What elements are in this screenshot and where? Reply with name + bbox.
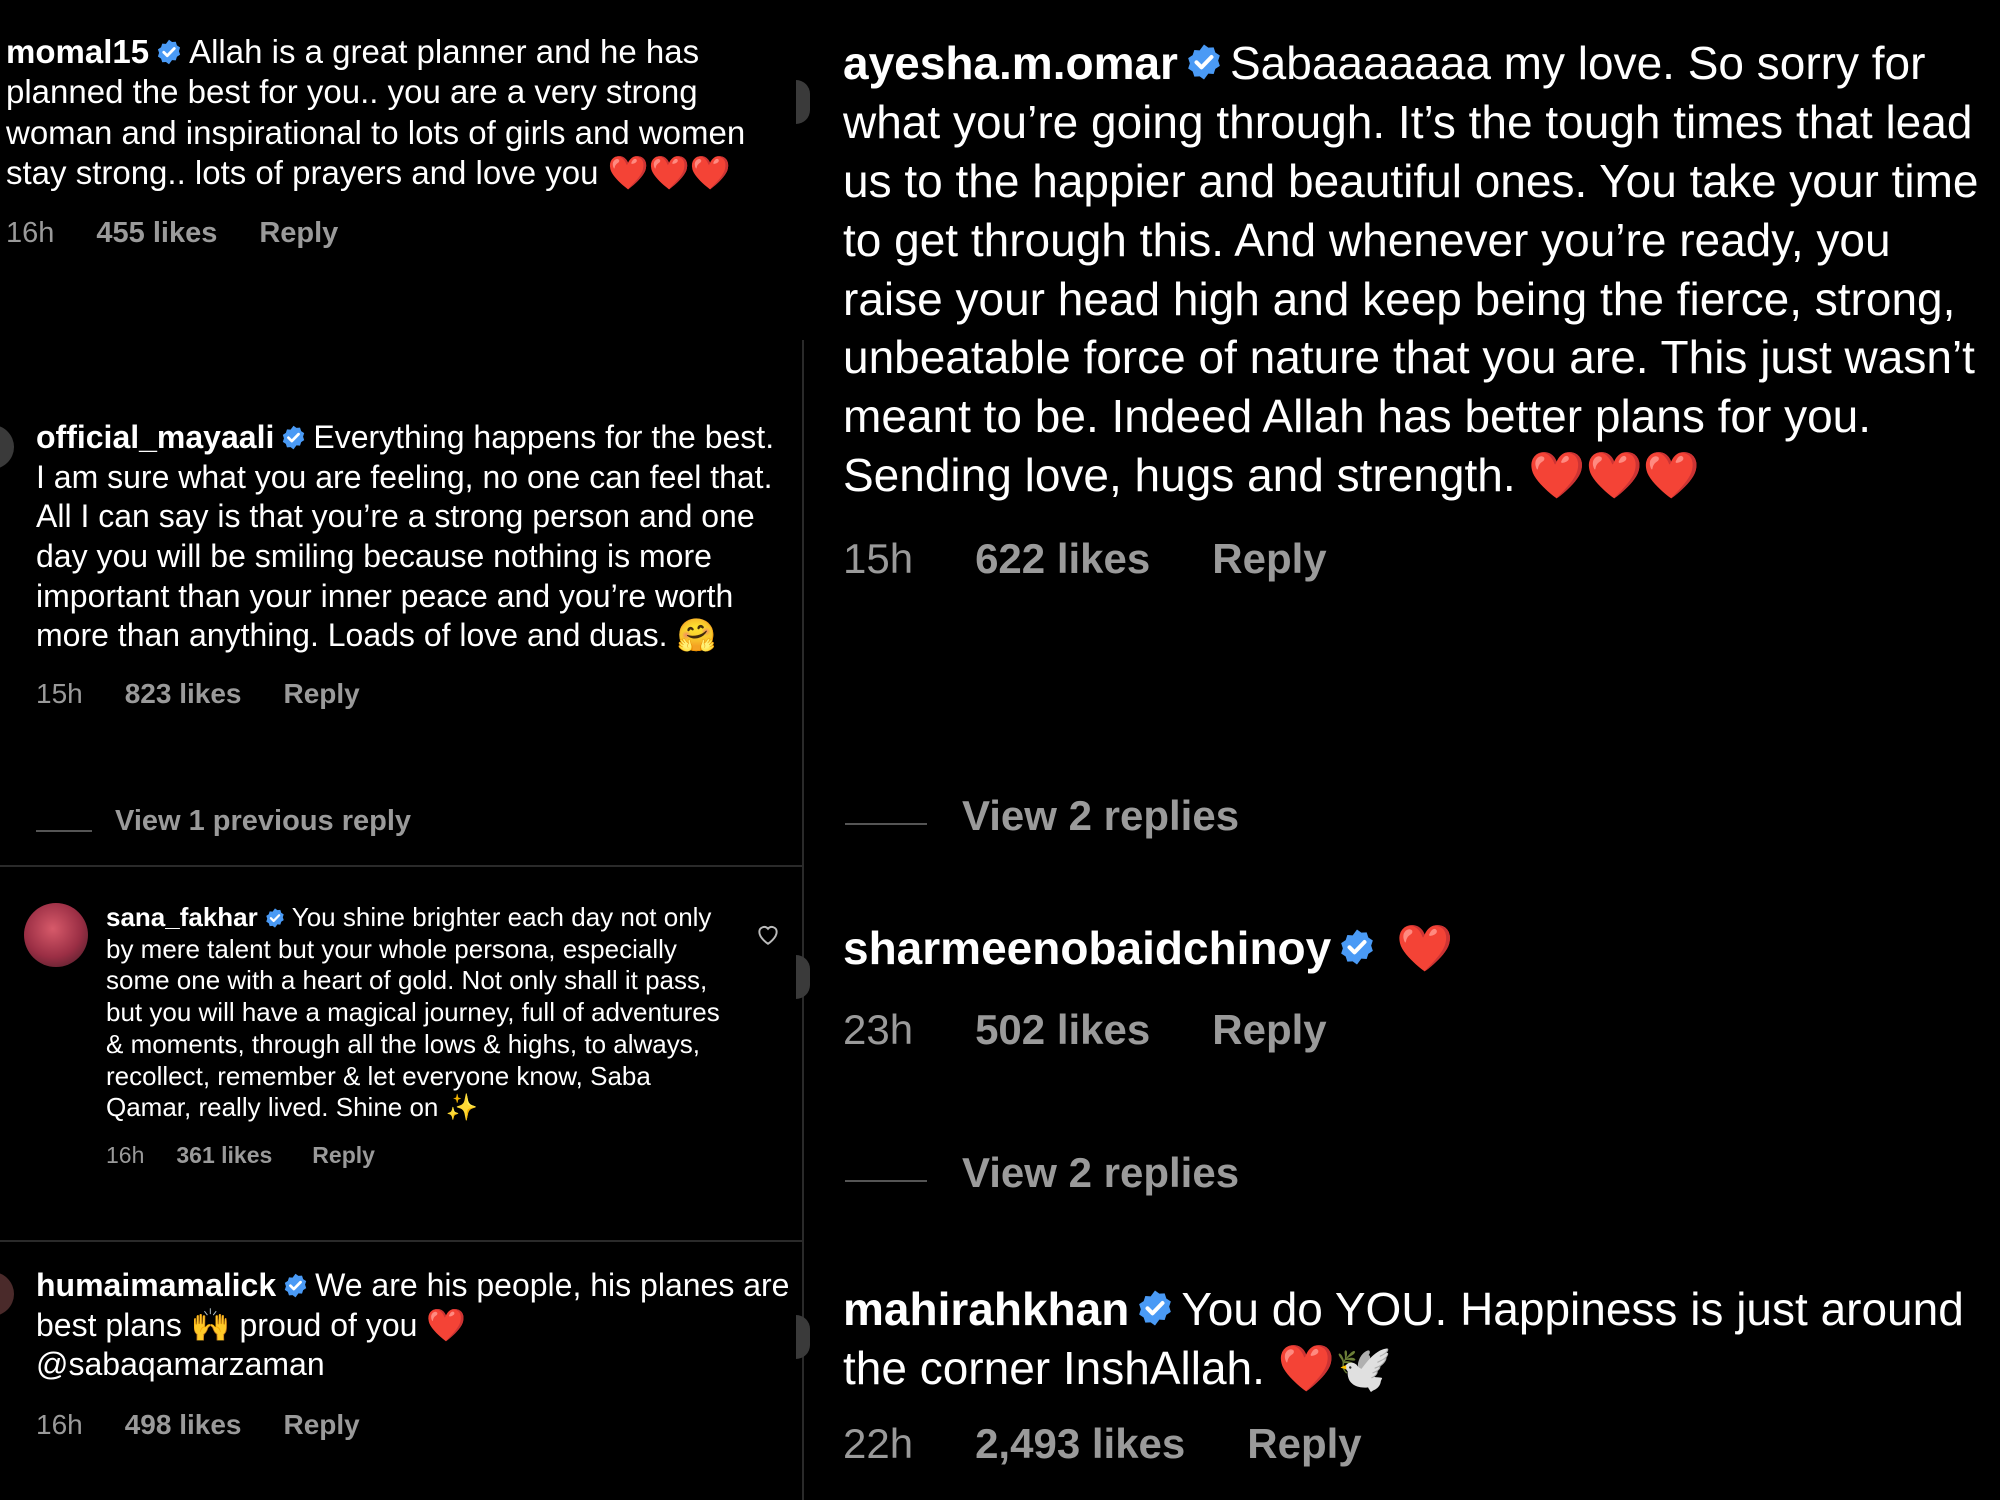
comment-username[interactable]: momal15 [6, 33, 149, 70]
comment-text: Sabaaaaaaa my love. So sorry for what yo… [843, 37, 1979, 502]
heart-outline-icon[interactable] [755, 922, 781, 951]
comment-time: 15h [843, 535, 914, 582]
comment-meta: 15h 823 likes Reply [36, 678, 786, 710]
hugging-emoji: 🤗 [676, 617, 717, 654]
reply-button[interactable]: Reply [1247, 1420, 1361, 1468]
comment-username[interactable]: official_mayaali [36, 419, 274, 455]
comment-username[interactable]: sana_fakhar [106, 902, 258, 932]
like-count[interactable]: 823 likes [125, 678, 242, 710]
avatar[interactable] [0, 425, 14, 469]
comment-username[interactable]: mahirahkhan [843, 1283, 1129, 1335]
comment-ayesha-m-omar: ayesha.m.omar Sabaaaaaaa my love. So sorr… [843, 34, 1993, 583]
mention-link[interactable]: @sabaqamarzaman [36, 1346, 325, 1382]
avatar[interactable] [0, 1272, 14, 1316]
comment-meta: 16h 361 likes Reply [106, 1142, 726, 1169]
comment-time: 23h [843, 1006, 914, 1054]
verified-badge-icon [264, 907, 286, 929]
view-replies-line [845, 815, 927, 833]
comment-momal15: momal15 Allah is a great planner and he h… [6, 32, 796, 250]
comment-username[interactable]: humaimamalick [36, 1267, 276, 1303]
avatar[interactable] [24, 903, 88, 967]
comment-official-mayaali: official_mayaali Everything happens for t… [36, 418, 786, 710]
panel-divider-1 [0, 865, 802, 867]
reply-button[interactable]: Reply [259, 217, 338, 250]
verified-badge-icon [155, 38, 183, 66]
avatar[interactable] [796, 80, 810, 124]
raised-hands-emoji: 🙌 [190, 1306, 231, 1343]
reply-button[interactable]: Reply [312, 1142, 375, 1169]
heart-emoji: ❤️❤️❤️ [1528, 449, 1701, 502]
sparkles-emoji: ✨ [445, 1092, 478, 1123]
verified-badge-icon [1135, 1288, 1175, 1328]
reply-button[interactable]: Reply [284, 678, 360, 710]
comment-time: 16h [106, 1142, 145, 1169]
comment-time: 16h [36, 1409, 83, 1441]
comment-time: 16h [6, 217, 55, 249]
view-replies-line [36, 822, 92, 840]
heart-dove-emoji: ❤️🕊️ [1277, 1341, 1393, 1394]
view-replies-line [845, 1172, 927, 1190]
comment-humaimamalick: humaimamalick We are his people, his plan… [36, 1266, 796, 1441]
avatar[interactable] [796, 1315, 810, 1359]
comment-username[interactable]: ayesha.m.omar [843, 37, 1178, 89]
like-count[interactable]: 502 likes [975, 1006, 1150, 1054]
comment-meta: 15h 622 likes Reply [843, 535, 1993, 583]
like-count[interactable]: 498 likes [125, 1409, 242, 1441]
comment-meta: 16h 455 likes Reply [6, 217, 796, 250]
reply-button[interactable]: Reply [1212, 535, 1326, 583]
comment-mahirahkhan: mahirahkhan You do YOU. Happiness is just… [843, 1280, 1993, 1468]
comment-time: 15h [36, 678, 83, 710]
verified-badge-icon [1337, 927, 1377, 967]
comment-meta: 23h 502 likes Reply [843, 1006, 1993, 1054]
comment-sharmeenobaidchinoy: sharmeenobaidchinoy ❤️ 23h 502 likes Rep… [843, 920, 1993, 1054]
reply-button[interactable]: Reply [1212, 1006, 1326, 1054]
like-count[interactable]: 361 likes [176, 1142, 272, 1169]
comment-username[interactable]: sharmeenobaidchinoy [843, 922, 1331, 974]
comment-meta: 16h 498 likes Reply [36, 1409, 796, 1441]
verified-badge-icon [280, 424, 307, 451]
heart-emoji: ❤️ [426, 1306, 467, 1343]
like-count[interactable]: 622 likes [975, 535, 1150, 583]
view-replies-button[interactable]: View 2 replies [962, 792, 1239, 840]
view-replies-button[interactable]: View 2 replies [962, 1149, 1239, 1197]
comment-text-continued: proud of you [239, 1306, 418, 1343]
comment-meta: 22h 2,493 likes Reply [843, 1420, 1993, 1468]
heart-emoji: ❤️ [1396, 922, 1454, 974]
like-count[interactable]: 455 likes [96, 217, 217, 250]
comment-text: You shine brighter each day not only by … [106, 902, 720, 1123]
comment-time: 22h [843, 1419, 914, 1467]
like-count[interactable]: 2,493 likes [975, 1420, 1185, 1468]
comment-sana-fakhar: sana_fakhar You shine brighter each day n… [106, 902, 726, 1169]
verified-badge-icon [1184, 42, 1224, 82]
heart-emoji: ❤️❤️❤️ [607, 153, 731, 191]
panel-divider-2 [0, 1240, 802, 1242]
avatar[interactable] [796, 955, 810, 999]
verified-badge-icon [282, 1272, 309, 1299]
view-previous-reply-button[interactable]: View 1 previous reply [115, 805, 411, 838]
reply-button[interactable]: Reply [284, 1409, 360, 1441]
